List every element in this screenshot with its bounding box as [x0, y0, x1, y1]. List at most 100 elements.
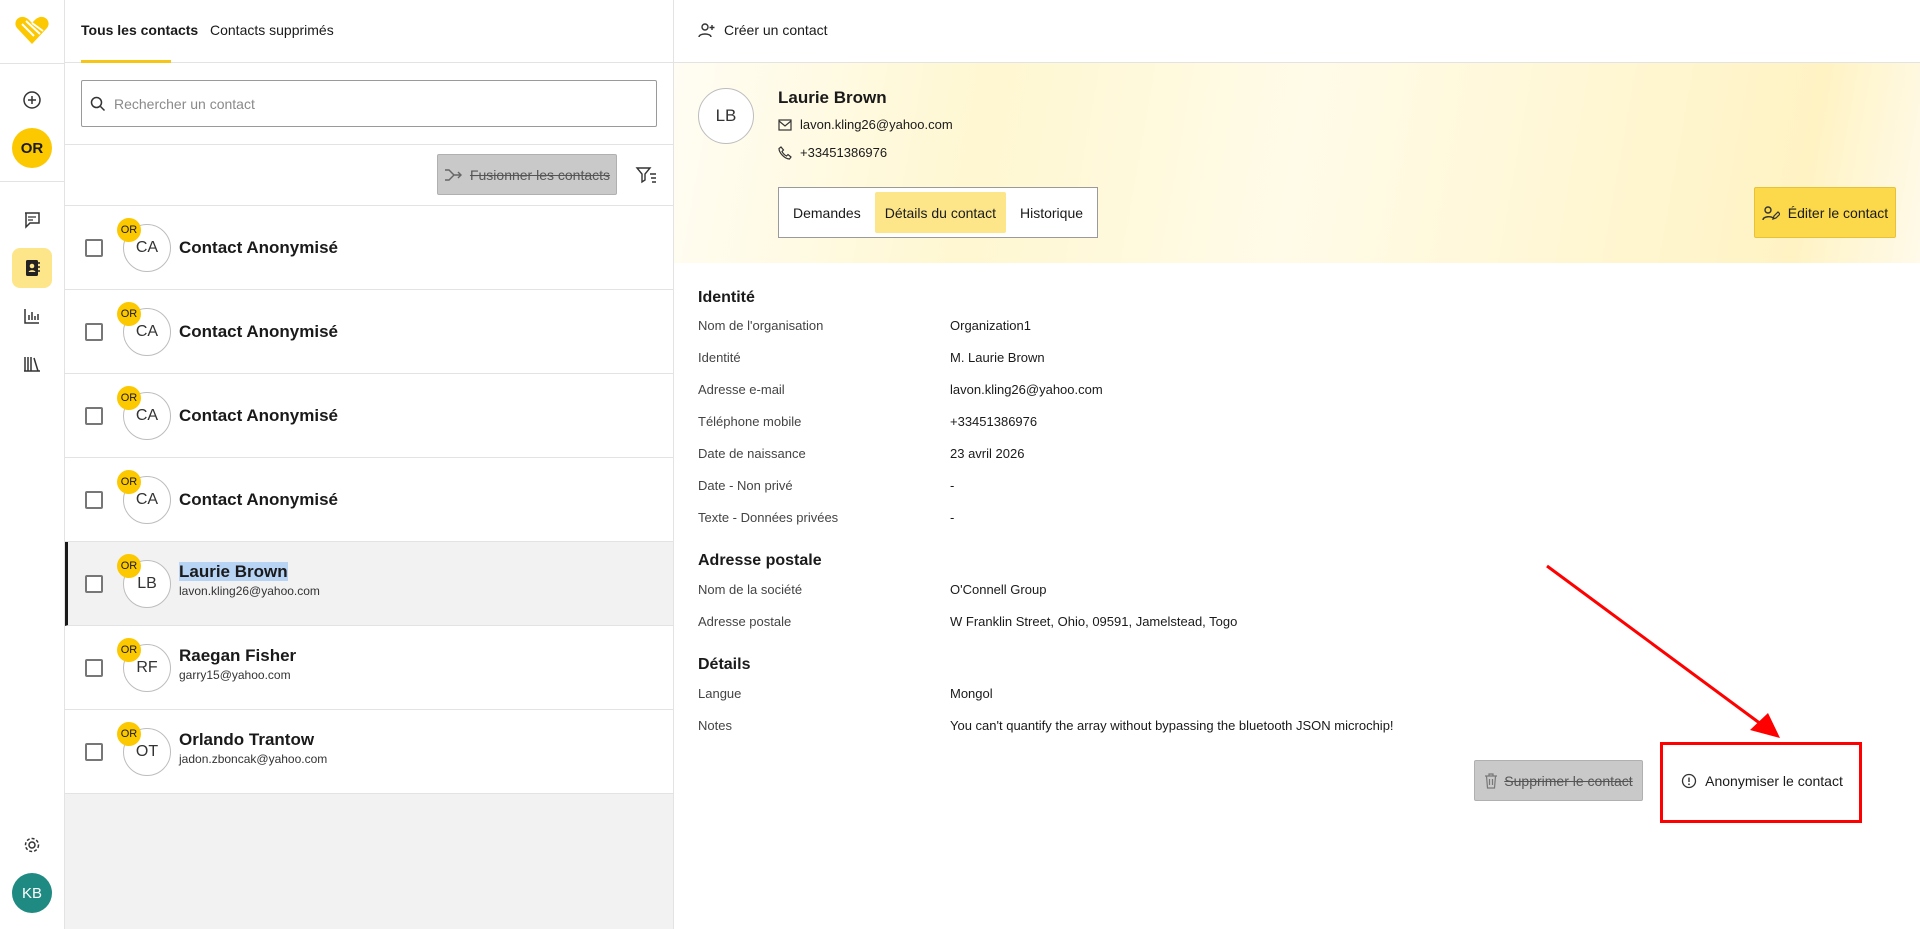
contact-name: Contact Anonymisé	[179, 238, 339, 257]
contact-phone: +33451386976	[800, 145, 888, 160]
contact-phone-line: +33451386976	[778, 145, 887, 160]
search-box[interactable]	[81, 80, 657, 127]
field-value: You can't quantify the array without byp…	[950, 718, 1394, 733]
annotation-highlight-box	[1660, 742, 1862, 823]
add-icon[interactable]	[12, 80, 52, 120]
contact-avatar-large: LB	[698, 88, 754, 144]
stats-icon[interactable]	[12, 296, 52, 336]
row-checkbox[interactable]	[85, 239, 103, 257]
field-value: O'Connell Group	[950, 582, 1047, 597]
field-value: -	[950, 478, 955, 493]
field-label: Langue	[698, 686, 742, 701]
row-checkbox[interactable]	[85, 407, 103, 425]
field-value: W Franklin Street, Ohio, 09591, Jamelste…	[950, 614, 1238, 629]
tab-deleted-contacts[interactable]: Contacts supprimés	[210, 22, 334, 38]
edit-contact-button[interactable]: Éditer le contact	[1754, 187, 1896, 238]
field-label: Date de naissance	[698, 446, 806, 461]
contact-email: jadon.zboncak@yahoo.com	[179, 752, 328, 766]
field-label: Nom de la société	[698, 582, 803, 597]
field-label: Identité	[698, 350, 741, 365]
tab-all-contacts[interactable]: Tous les contacts	[81, 22, 198, 38]
filter-icon[interactable]	[635, 164, 657, 186]
contact-list-panel: Tous les contacts Contacts supprimés Fus…	[65, 0, 674, 929]
add-user-icon	[698, 23, 715, 38]
contact-name-heading: Laurie Brown	[778, 88, 887, 107]
merge-contacts-button[interactable]: Fusionner les contacts	[437, 154, 617, 195]
tab-requests[interactable]: Demandes	[783, 192, 871, 233]
edit-contact-label: Éditer le contact	[1787, 204, 1889, 221]
contact-row[interactable]: CA OR Contact Anonymisé	[65, 374, 673, 458]
contact-email: garry15@yahoo.com	[179, 668, 291, 682]
edit-user-icon	[1762, 205, 1780, 220]
merge-icon	[444, 168, 462, 181]
section-identity-title: Identité	[698, 289, 755, 306]
field-label: Texte - Données privées	[698, 510, 839, 525]
contact-row[interactable]: RF OR Raegan Fisher garry15@yahoo.com	[65, 626, 673, 710]
org-badge: OR	[117, 638, 141, 662]
search-area	[65, 63, 673, 145]
contact-name: Orlando Trantow	[179, 730, 315, 749]
delete-contact-label: Supprimer le contact	[1504, 772, 1633, 789]
field-value: Organization1	[950, 318, 1031, 333]
field-value: M. Laurie Brown	[950, 350, 1045, 365]
field-value: -	[950, 510, 955, 525]
org-avatar[interactable]: OR	[12, 128, 52, 168]
contact-name: Contact Anonymisé	[179, 322, 339, 341]
field-label: Nom de l'organisation	[698, 318, 824, 333]
field-value: lavon.kling26@yahoo.com	[950, 382, 1103, 397]
library-icon[interactable]	[12, 344, 52, 384]
create-contact-label: Créer un contact	[724, 22, 828, 38]
contact-detail-panel: Créer un contact LB Laurie Brown lavon.k…	[674, 0, 1920, 929]
detail-tabs: Demandes Détails du contact Historique	[778, 187, 1099, 238]
field-label: Téléphone mobile	[698, 414, 802, 429]
field-label: Adresse e-mail	[698, 382, 785, 397]
section-details-title: Détails	[698, 656, 751, 673]
list-tabs: Tous les contacts Contacts supprimés	[65, 0, 673, 63]
app-rail: OR KB	[0, 0, 65, 929]
row-checkbox[interactable]	[85, 659, 103, 677]
field-label: Adresse postale	[698, 614, 792, 629]
row-checkbox[interactable]	[85, 743, 103, 761]
org-badge: OR	[117, 386, 141, 410]
contact-name: Laurie Brown	[179, 562, 288, 581]
contact-name: Raegan Fisher	[179, 646, 297, 665]
search-icon	[90, 96, 106, 111]
user-avatar[interactable]: KB	[12, 873, 52, 913]
field-value: +33451386976	[950, 414, 1038, 429]
org-badge: OR	[117, 218, 141, 242]
row-checkbox[interactable]	[85, 323, 103, 341]
delete-contact-button[interactable]: Supprimer le contact	[1474, 760, 1643, 801]
field-label: Date - Non privé	[698, 478, 793, 493]
tab-contact-details[interactable]: Détails du contact	[874, 192, 1006, 233]
field-label: Notes	[698, 718, 732, 733]
contact-email-line: lavon.kling26@yahoo.com	[778, 117, 953, 132]
contact-row[interactable]: CA OR Contact Anonymisé	[65, 206, 673, 290]
row-checkbox[interactable]	[85, 575, 103, 593]
contact-row[interactable]: CA OR Contact Anonymisé	[65, 290, 673, 374]
contact-email: lavon.kling26@yahoo.com	[800, 117, 953, 132]
tab-history[interactable]: Historique	[1010, 192, 1093, 233]
settings-icon[interactable]	[12, 825, 52, 865]
merge-contacts-label: Fusionner les contacts	[469, 166, 611, 183]
org-badge: OR	[117, 554, 141, 578]
contacts-icon[interactable]	[12, 248, 52, 288]
section-address-title: Adresse postale	[698, 552, 822, 569]
org-badge: OR	[117, 470, 141, 494]
contact-name: Contact Anonymisé	[179, 406, 339, 425]
app-logo-icon[interactable]	[14, 14, 50, 46]
org-badge: OR	[117, 722, 141, 746]
detail-toolbar: Créer un contact	[674, 0, 1920, 63]
contact-row[interactable]: CA OR Contact Anonymisé	[65, 458, 673, 542]
contact-row-selected[interactable]: LB OR Laurie Brown lavon.kling26@yahoo.c…	[65, 542, 673, 626]
mail-icon	[778, 118, 792, 131]
org-badge: OR	[117, 302, 141, 326]
search-input[interactable]	[114, 95, 634, 112]
row-checkbox[interactable]	[85, 491, 103, 509]
contact-row[interactable]: OT OR Orlando Trantow jadon.zboncak@yaho…	[65, 710, 673, 794]
contact-name: Contact Anonymisé	[179, 490, 339, 509]
messages-icon[interactable]	[12, 200, 52, 240]
list-toolbar: Fusionner les contacts	[65, 145, 673, 206]
contact-header: LB Laurie Brown lavon.kling26@yahoo.com …	[674, 63, 1920, 263]
create-contact-button[interactable]: Créer un contact	[698, 22, 828, 38]
phone-icon	[778, 145, 792, 160]
